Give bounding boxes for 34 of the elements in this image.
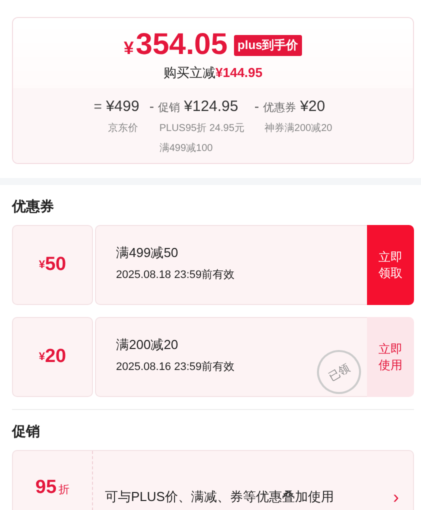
coupon-validity: 2025.08.16 23:59前有效 bbox=[116, 360, 235, 374]
coupon-value: 50 bbox=[44, 254, 66, 276]
promotion-card[interactable]: 95 折 可与PLUS价、满减、券等优惠叠加使用 › bbox=[12, 450, 414, 510]
currency-sign: ¥ bbox=[38, 351, 45, 363]
currency-sign: ¥ bbox=[38, 259, 45, 271]
section-title: 促销 bbox=[10, 422, 41, 441]
saving-label: 购买立减 bbox=[164, 65, 216, 80]
coupon-condition: 满200减20 bbox=[116, 336, 178, 354]
coupon-validity: 2025.08.18 23:59前有效 bbox=[116, 268, 235, 282]
breakdown-amount: ¥499 bbox=[106, 98, 140, 115]
currency-sign: ¥ bbox=[124, 38, 134, 59]
coupon-action-button[interactable]: 立即领取 bbox=[367, 225, 414, 305]
final-price: 354.05 bbox=[136, 28, 228, 62]
operator-sign: = bbox=[94, 98, 102, 114]
plus-price-badge: plus到手价 bbox=[234, 34, 302, 56]
chevron-icon: › bbox=[393, 474, 413, 508]
breakdown-note: PLUS95折 24.95元 bbox=[158, 122, 244, 135]
breakdown-note: 京东价 bbox=[106, 122, 139, 135]
coupon-action-button[interactable]: 立即使用 bbox=[367, 317, 414, 397]
operator-sign: - bbox=[254, 98, 260, 114]
breakdown-note: 满499减100 bbox=[158, 142, 214, 155]
breakdown-amount: ¥20 bbox=[300, 98, 326, 115]
breakdown-note: 神券满200减20 bbox=[263, 122, 332, 135]
promotion-description: 可与PLUS价、满减、券等优惠叠加使用 bbox=[104, 488, 335, 506]
breakdown-label: 促销 bbox=[158, 101, 180, 115]
saving-amount: ¥144.95 bbox=[216, 65, 262, 80]
coupon-condition: 满499减50 bbox=[116, 244, 178, 262]
discount-unit: 折 bbox=[58, 483, 70, 497]
breakdown-label: 优惠券 bbox=[263, 100, 296, 115]
discount-value: 95 bbox=[35, 477, 57, 499]
operator-sign: - bbox=[149, 98, 154, 114]
coupon-value: 20 bbox=[44, 346, 66, 368]
breakdown-amount: ¥124.95 bbox=[184, 98, 238, 115]
section-title: 优惠券 bbox=[10, 197, 55, 216]
